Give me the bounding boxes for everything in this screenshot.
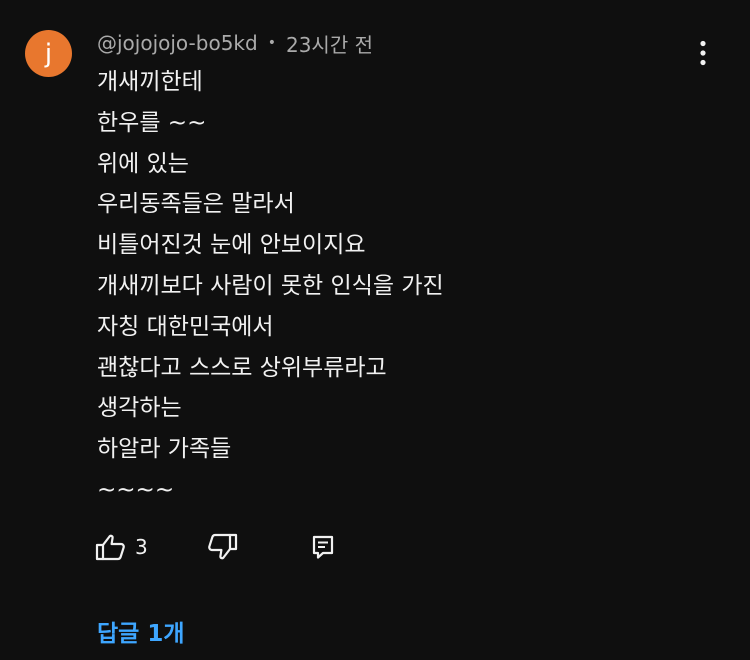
- comment-line: 괜찮다고 스스로 상위부류라고: [97, 354, 387, 381]
- comment-line: ~~~~: [97, 476, 175, 503]
- like-count: 3: [135, 535, 148, 559]
- like-button[interactable]: 3: [95, 530, 148, 564]
- comment-line: 비틀어진것 눈에 안보이지요: [97, 232, 366, 259]
- comment-header: @jojojojo-bo5kd • 23시간 전: [97, 29, 373, 58]
- avatar[interactable]: j: [25, 30, 72, 77]
- author-name[interactable]: @jojojojo-bo5kd: [97, 31, 258, 55]
- comment-line: 개새끼보다 사람이 못한 인식을 가진: [97, 272, 444, 299]
- comment-line: 자칭 대한민국에서: [97, 313, 274, 340]
- more-vert-icon: [700, 40, 706, 66]
- comment-reply-icon: [312, 535, 334, 559]
- comment-text: 개새끼한테 한우를 ~~ 위에 있는 우리동족들은 말라서 비틀어진것 눈에 안…: [97, 62, 697, 511]
- comment-line: 하알라 가족들: [97, 436, 232, 463]
- comment-line: 개새끼한테: [97, 69, 203, 95]
- comment-line: 한우를 ~~: [97, 109, 207, 136]
- comment-line: 생각하는: [97, 395, 182, 422]
- comment-line: 우리동족들은 말라서: [97, 191, 295, 218]
- reply-button[interactable]: [309, 530, 337, 564]
- timestamp[interactable]: 23시간 전: [286, 29, 373, 58]
- thumbs-down-icon: [208, 533, 238, 560]
- avatar-letter: j: [44, 38, 53, 69]
- view-replies-link[interactable]: 답글 1개: [97, 614, 185, 648]
- comment-line: 위에 있는: [97, 150, 189, 177]
- dislike-button[interactable]: [206, 530, 238, 564]
- thumbs-up-icon: [95, 534, 125, 561]
- comment-item: j @jojojojo-bo5kd • 23시간 전 개새끼한테 한우를 ~~ …: [0, 0, 750, 660]
- meta-separator: •: [267, 35, 276, 51]
- comment-actions: 3: [0, 530, 750, 564]
